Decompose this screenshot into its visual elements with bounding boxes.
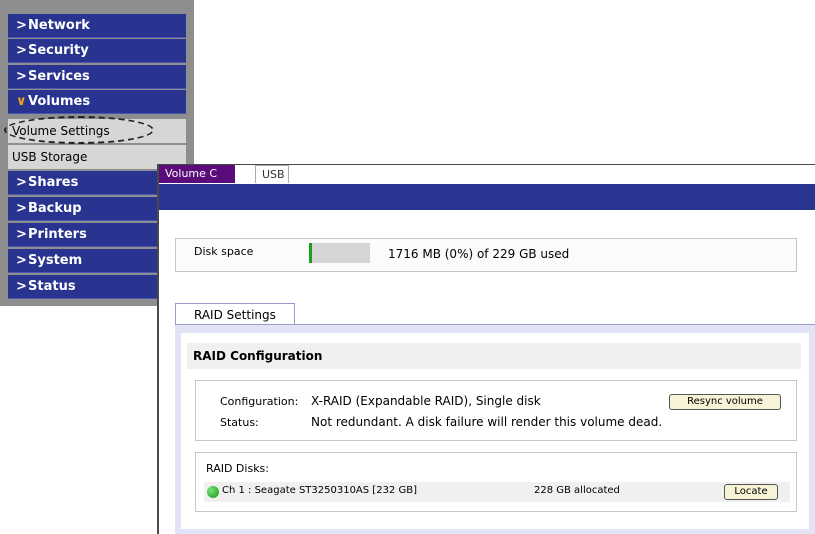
chevron-right-icon: >	[16, 43, 27, 58]
tab-raid-settings[interactable]: RAID Settings	[175, 303, 295, 325]
disk-usage-bar	[309, 243, 370, 263]
disk-row: Ch 1 : Seagate ST3250310AS [232 GB] 228 …	[204, 482, 790, 502]
volume-tabs: Volume C USB	[159, 165, 815, 183]
chevron-right-icon: >	[16, 227, 27, 242]
raid-disks-label: RAID Disks:	[206, 462, 269, 475]
chevron-right-icon: >	[16, 201, 27, 216]
menu-item-security[interactable]: > Security	[8, 39, 186, 63]
submenu-item-label: USB Storage	[12, 150, 88, 164]
raid-settings-content: RAID Configuration Configuration: X-RAID…	[181, 333, 809, 529]
header-bar	[159, 184, 815, 210]
menu-item-label: System	[28, 253, 83, 268]
raid-settings-frame: RAID Configuration Configuration: X-RAID…	[175, 324, 815, 534]
menu-item-label: Services	[28, 69, 90, 84]
menu-item-label: Volumes	[28, 94, 91, 109]
disk-usage-text: 1716 MB (0%) of 229 GB used	[388, 247, 570, 261]
status-value: Not redundant. A disk failure will rende…	[311, 415, 663, 429]
resync-volume-button[interactable]: Resync volume	[669, 394, 781, 410]
raid-configuration-header: RAID Configuration	[187, 343, 801, 369]
callout-oval	[4, 116, 154, 144]
menu-item-label: Printers	[28, 227, 87, 242]
configuration-label: Configuration:	[220, 395, 299, 408]
tab-volume-c[interactable]: Volume C	[159, 165, 235, 183]
chevron-right-icon: >	[16, 175, 27, 190]
raid-config-box: Configuration: X-RAID (Expandable RAID),…	[195, 380, 797, 441]
locate-button[interactable]: Locate	[724, 484, 778, 500]
disk-space-label: Disk space	[194, 245, 254, 258]
menu-item-label: Status	[28, 279, 76, 294]
disk-space-box: Disk space 1716 MB (0%) of 229 GB used	[175, 238, 797, 272]
disk-name: Ch 1 : Seagate ST3250310AS [232 GB]	[222, 485, 417, 496]
status-label: Status:	[220, 416, 259, 429]
menu-item-label: Network	[28, 18, 90, 33]
menu-item-volumes[interactable]: ∨ Volumes	[8, 90, 186, 114]
chevron-right-icon: >	[16, 18, 27, 33]
volume-panel: Volume C USB Disk space 1716 MB (0%) of …	[157, 164, 815, 534]
disk-allocated: 228 GB allocated	[534, 485, 620, 496]
menu-item-label: Shares	[28, 175, 79, 190]
disk-status-icon	[207, 486, 219, 498]
configuration-value: X-RAID (Expandable RAID), Single disk	[311, 394, 541, 408]
menu-item-label: Backup	[28, 201, 82, 216]
tab-usb[interactable]: USB	[255, 165, 289, 183]
raid-disks-box: RAID Disks: Ch 1 : Seagate ST3250310AS […	[195, 452, 797, 512]
chevron-right-icon: >	[16, 279, 27, 294]
chevron-right-icon: >	[16, 69, 27, 84]
chevron-right-icon: >	[16, 253, 27, 268]
menu-item-label: Security	[28, 43, 89, 58]
menu-item-services[interactable]: > Services	[8, 65, 186, 89]
menu-item-network[interactable]: > Network	[8, 14, 186, 38]
chevron-down-icon: ∨	[16, 94, 27, 109]
